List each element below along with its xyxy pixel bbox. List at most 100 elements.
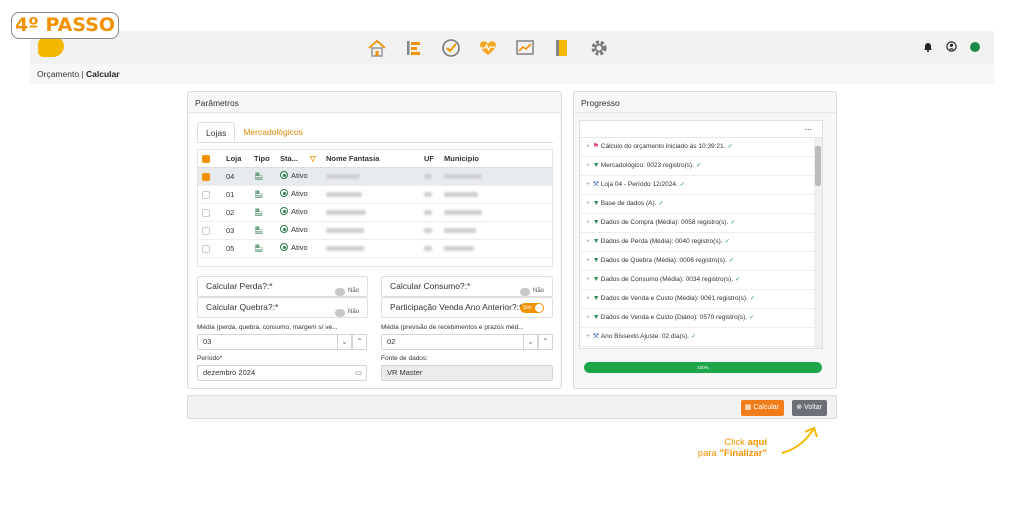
progress-item[interactable]: + ▼Dados de Venda e Custo (Média): 0061 r… xyxy=(580,290,822,309)
media2-input[interactable]: 02 ⌄ ⌃ xyxy=(381,334,553,350)
expand-icon[interactable]: + xyxy=(586,238,590,245)
table-row[interactable]: 01 🏪︎ Ativo xyxy=(198,185,552,204)
top-navbar xyxy=(30,31,994,64)
progress-item[interactable]: + ▼Dados de Quebra (Média): 0006 registro… xyxy=(580,252,822,271)
progress-text: Dados de Consumo (Média): 0034 registro(… xyxy=(600,276,734,283)
calc-perda-toggle[interactable]: Calcular Perda?:* Não xyxy=(197,276,368,297)
row-checkbox[interactable] xyxy=(202,226,210,235)
col-loja[interactable]: Loja xyxy=(222,150,250,168)
gear-icon[interactable] xyxy=(587,36,611,60)
select-all-checkbox[interactable] xyxy=(202,154,210,163)
tab-mercadologicos[interactable]: Mercadológicos xyxy=(235,122,311,142)
chevron-down-icon[interactable]: ⌄ xyxy=(523,334,538,350)
scrollbar-thumb[interactable] xyxy=(815,146,821,186)
flag-icon: ⚑ xyxy=(592,143,600,150)
chart-icon[interactable] xyxy=(513,36,537,60)
progress-text: Cálculo do orçamento iniciado às 10:39:2… xyxy=(600,143,726,150)
grid-header: Loja Tipo Sta... ▽ Nome Fantasia UF Muni… xyxy=(198,150,552,168)
cell-status: Ativo xyxy=(291,206,308,216)
main-nav xyxy=(365,36,611,60)
filter-icon: ▼ xyxy=(592,200,600,207)
cell-status: Ativo xyxy=(291,224,308,234)
user-icon[interactable] xyxy=(946,41,957,52)
calcular-button[interactable]: ▦ Calcular xyxy=(740,400,784,416)
media1-input[interactable]: 03 ⌄ ⌃ xyxy=(197,334,367,350)
progress-item[interactable]: + ▼Dados de Compra (Média): 0058 registro… xyxy=(580,214,822,233)
expand-icon[interactable]: + xyxy=(586,162,590,169)
progress-bar: 100% xyxy=(584,362,822,373)
media2-label: Média (previsão de recebimentos e prazos… xyxy=(381,324,524,331)
progress-item[interactable]: + ▼Dados de Venda e Custo (Diário): 0570 … xyxy=(580,309,822,328)
more-menu-icon[interactable]: ... xyxy=(580,121,822,138)
redacted-name xyxy=(326,245,364,251)
expand-icon[interactable]: + xyxy=(586,143,590,150)
toggle-off-icon[interactable] xyxy=(334,287,345,296)
col-municipio[interactable]: Municipio xyxy=(440,150,552,168)
arrow-icon xyxy=(781,426,818,454)
row-checkbox[interactable] xyxy=(202,208,210,217)
progress-text: Dados de Compra (Média): 0058 registro(s… xyxy=(600,219,729,226)
toggle-on-icon[interactable]: Sim xyxy=(520,303,544,313)
calc-quebra-toggle[interactable]: Calcular Quebra?:* Não xyxy=(197,297,368,318)
check-icon: ✓ xyxy=(728,257,735,264)
col-status[interactable]: Sta... ▽ xyxy=(276,150,322,168)
voltar-button[interactable]: ⊗ Voltar xyxy=(792,400,827,416)
home-icon[interactable] xyxy=(365,36,389,60)
cell-loja: 02 xyxy=(222,203,250,222)
filter-icon: ▼ xyxy=(592,314,600,321)
progress-item[interactable]: + ⚒ Ano Bissexto Ajuste: 02 dia(s). ✓ xyxy=(580,328,822,347)
scrollbar[interactable] xyxy=(814,138,822,348)
progress-item[interactable]: + ▼Mercadológico: 0023 registro(s). ✓ xyxy=(580,157,822,176)
breadcrumb-current: Calcular xyxy=(86,69,120,79)
col-nome-fantasia[interactable]: Nome Fantasia xyxy=(322,150,420,168)
app-logo[interactable] xyxy=(38,37,64,57)
calculator-icon: ▦ xyxy=(744,404,752,411)
breadcrumb-parent[interactable]: Orçamento | xyxy=(37,69,84,79)
expand-icon[interactable]: + xyxy=(586,295,590,302)
expand-icon[interactable]: + xyxy=(586,181,590,188)
row-checkbox[interactable] xyxy=(202,172,210,181)
col-tipo[interactable]: Tipo xyxy=(250,150,276,168)
tab-lojas[interactable]: Lojas xyxy=(197,122,236,142)
expand-icon[interactable]: + xyxy=(586,314,590,321)
check-icon: ✓ xyxy=(735,276,741,283)
table-row[interactable]: 03 🏪︎ Ativo xyxy=(198,221,552,240)
filter-icon[interactable]: ▽ xyxy=(310,154,316,163)
chevron-down-icon[interactable]: ⌄ xyxy=(337,334,352,350)
calendar-icon[interactable]: ▭ xyxy=(355,366,362,380)
filter-icon: ▼ xyxy=(592,219,600,226)
expand-icon[interactable]: + xyxy=(586,276,590,283)
expand-icon[interactable]: + xyxy=(586,333,590,340)
row-checkbox[interactable] xyxy=(202,190,210,199)
participacao-toggle[interactable]: Participação Venda Ano Anterior?:* Sim xyxy=(381,297,553,318)
table-row[interactable]: 05 🏪︎ Ativo xyxy=(198,239,552,258)
cell-loja: 04 xyxy=(222,167,250,186)
expand-icon[interactable]: + xyxy=(586,257,590,264)
toggle-off-icon[interactable] xyxy=(334,308,345,317)
row-checkbox[interactable] xyxy=(202,244,210,253)
bell-icon[interactable] xyxy=(923,41,933,52)
list-icon[interactable] xyxy=(402,36,426,60)
chevron-up-icon[interactable]: ⌃ xyxy=(352,334,367,350)
periodo-input[interactable]: dezembro 2024 ▭ xyxy=(197,365,367,381)
progress-item[interactable]: + ▼Dados de Consumo (Média): 0034 registr… xyxy=(580,271,822,290)
progress-item[interactable]: + ▼Dados de Perda (Média): 0040 registro(… xyxy=(580,233,822,252)
parameters-panel: Parâmetros Lojas Mercadológicos Loja Tip… xyxy=(187,91,562,389)
calc-consumo-toggle[interactable]: Calcular Consumo?:* Não xyxy=(381,276,553,297)
periodo-label: Período* xyxy=(197,355,223,362)
progress-text: Dados de Venda e Custo (Média): 0061 reg… xyxy=(600,295,748,302)
heart-pulse-icon[interactable] xyxy=(476,36,500,60)
progress-item[interactable]: + ⚑ Cálculo do orçamento iniciado às 10:39… xyxy=(580,138,822,157)
table-row[interactable]: 04 🏪︎ Ativo xyxy=(198,167,552,186)
check-circle-icon[interactable] xyxy=(439,36,463,60)
progress-item[interactable]: + ▼Base de dados (A). ✓ xyxy=(580,195,822,214)
stores-grid: Loja Tipo Sta... ▽ Nome Fantasia UF Muni… xyxy=(197,149,553,267)
toggle-off-icon[interactable] xyxy=(519,287,530,296)
table-row[interactable]: 02 🏪︎ Ativo xyxy=(198,203,552,222)
col-uf[interactable]: UF xyxy=(420,150,440,168)
expand-icon[interactable]: + xyxy=(586,200,590,207)
book-icon[interactable] xyxy=(550,36,574,60)
expand-icon[interactable]: + xyxy=(586,219,590,226)
progress-item[interactable]: + ⚒ Loja 04 - Período 12/2024. ✓ xyxy=(580,176,822,195)
chevron-up-icon[interactable]: ⌃ xyxy=(538,334,553,350)
